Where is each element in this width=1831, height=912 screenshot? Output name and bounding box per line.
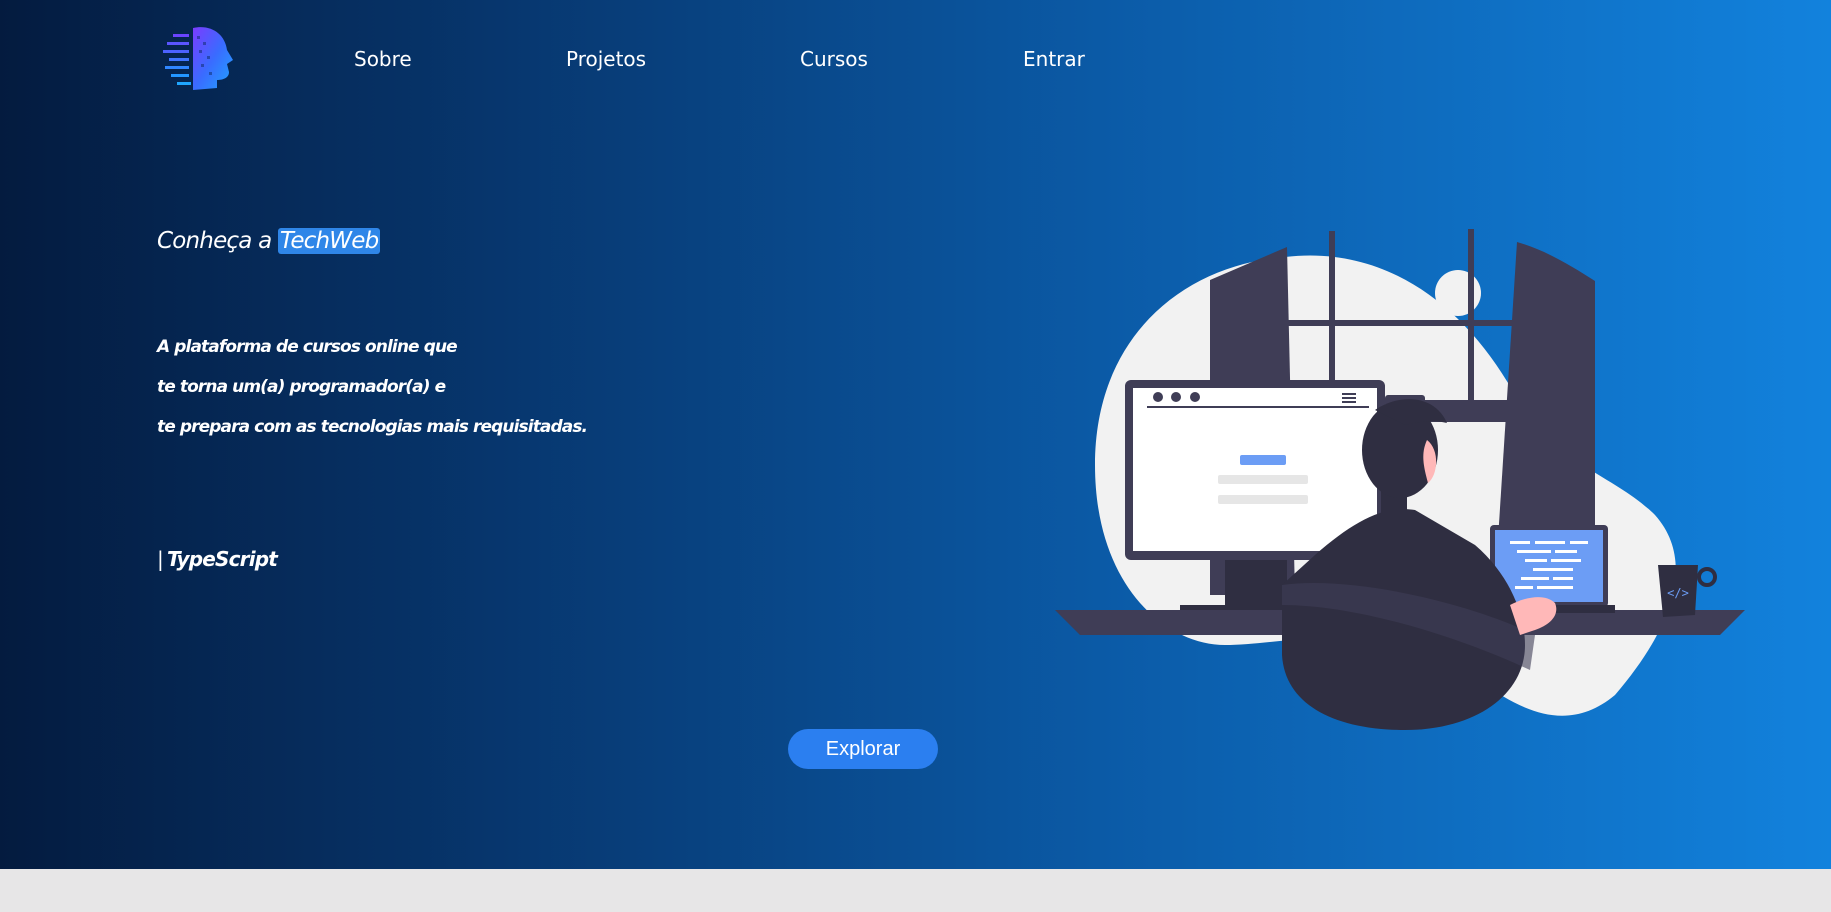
ai-head-logo-icon[interactable] <box>163 24 237 92</box>
explore-button[interactable]: Explorar <box>788 729 938 769</box>
footer-strip <box>0 869 1831 912</box>
svg-text:</>: </> <box>1667 586 1689 600</box>
typed-technology-text: | TypeScript <box>157 547 278 571</box>
hero-section: Sobre Projetos Cursos Entrar Conheça a T… <box>0 0 1831 869</box>
hero-headline: Conheça a TechWeb <box>157 228 381 254</box>
hero-description-line-1: A plataforma de cursos online que <box>157 337 458 357</box>
nav-link-cursos[interactable]: Cursos <box>800 47 868 71</box>
nav-link-sobre[interactable]: Sobre <box>354 47 412 71</box>
headline-brand-highlight: TechWeb <box>277 228 381 254</box>
hero-description-line-3: te prepara com as tecnologias mais requi… <box>157 417 588 437</box>
developer-at-desk-illustration-icon: </> <box>1055 229 1745 730</box>
typed-technology-word: TypeScript <box>166 547 278 571</box>
typing-cursor: | <box>157 547 164 571</box>
hero-description-line-2: te torna um(a) programador(a) e <box>157 377 446 397</box>
nav-link-projetos[interactable]: Projetos <box>566 47 646 71</box>
nav-link-entrar[interactable]: Entrar <box>1023 47 1085 71</box>
headline-prefix: Conheça a <box>157 228 272 254</box>
